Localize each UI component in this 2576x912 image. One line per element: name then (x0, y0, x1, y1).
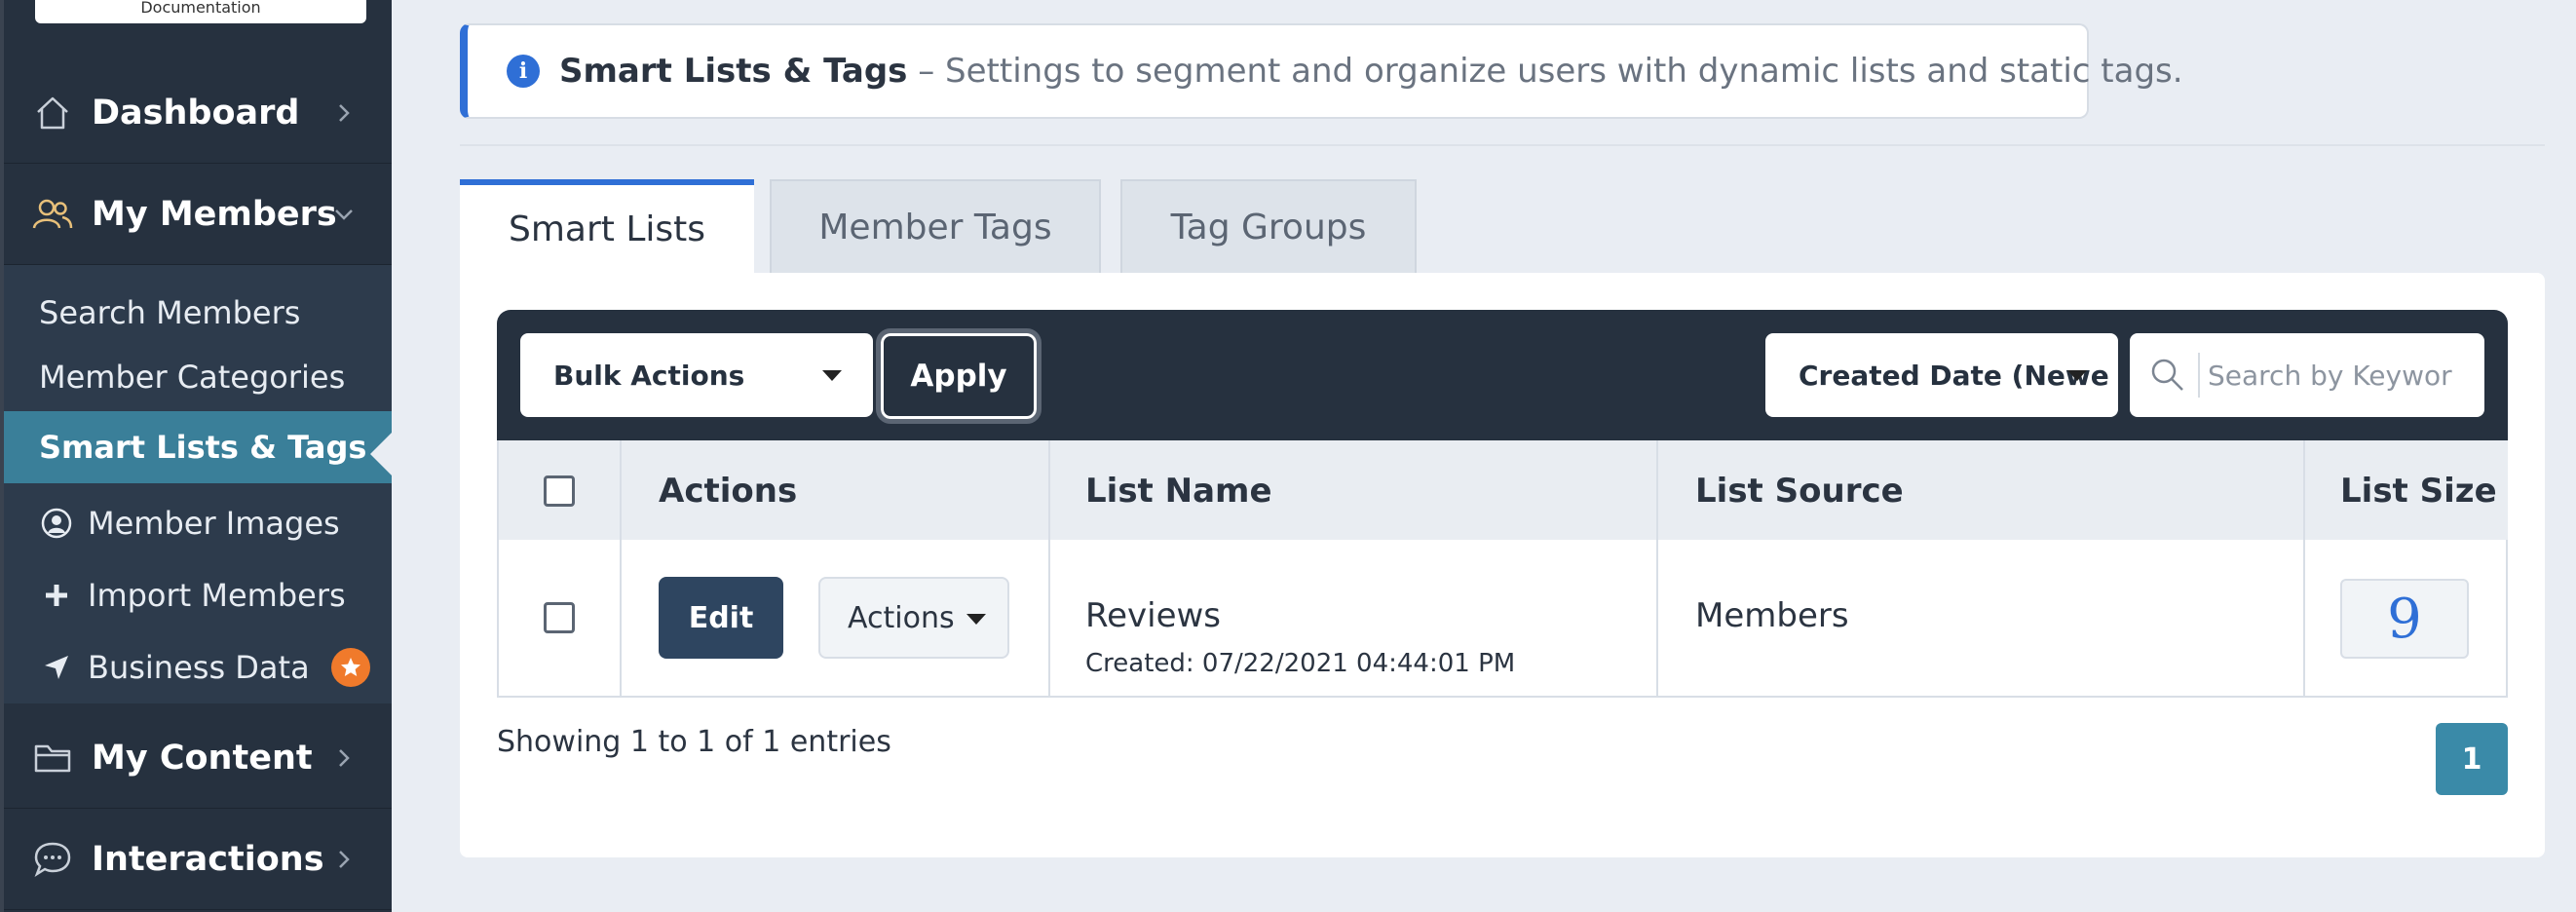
sidebar-item-label: Search Members (39, 294, 301, 331)
sort-select[interactable]: Created Date (Newe (1765, 333, 2118, 417)
edit-label: Edit (688, 600, 754, 635)
divider (460, 144, 2545, 146)
apply-button[interactable]: Apply (876, 328, 1042, 424)
caret-down-icon (822, 370, 842, 381)
list-size-badge[interactable]: 9 (2340, 579, 2469, 659)
tab-member-tags[interactable]: Member Tags (770, 179, 1101, 273)
select-all-checkbox[interactable] (544, 475, 575, 507)
header-list-source[interactable]: List Source (1695, 472, 1904, 511)
info-icon: i (507, 55, 540, 88)
sidebar-item-label: Member Categories (39, 359, 346, 396)
caret-down-icon (966, 614, 986, 625)
pagination-page-1[interactable]: 1 (2436, 723, 2508, 795)
tab-tag-groups[interactable]: Tag Groups (1120, 179, 1417, 273)
sidebar-item-member-images[interactable]: Member Images (4, 489, 392, 557)
sidebar-item-business-data[interactable]: Business Data (4, 633, 392, 702)
search-box (2130, 333, 2484, 417)
chat-bubble-icon (31, 838, 74, 881)
sidebar-item-label: My Members (92, 194, 337, 234)
table-header (497, 440, 2508, 540)
chevron-right-icon (329, 845, 359, 874)
apply-label: Apply (910, 359, 1007, 394)
users-icon (31, 193, 74, 236)
sort-label: Created Date (Newe (1799, 359, 2109, 392)
banner-description: – Settings to segment and organize users… (907, 52, 2183, 91)
header-list-name[interactable]: List Name (1085, 472, 1272, 511)
bulk-actions-label: Bulk Actions (553, 359, 745, 392)
banner-title: Smart Lists & Tags (559, 52, 908, 91)
tab-label: Member Tags (818, 207, 1052, 247)
sidebar-item-import-members[interactable]: Import Members (4, 561, 392, 629)
chevron-down-icon (329, 200, 359, 229)
location-arrow-icon (39, 650, 74, 685)
sidebar-item-label: Member Images (88, 505, 340, 542)
column-divider (1048, 440, 1050, 698)
search-icon (2149, 357, 2186, 394)
sidebar-item-dashboard[interactable]: Dashboard (4, 62, 392, 164)
sidebar-item-search-members[interactable]: Search Members (4, 279, 392, 347)
home-icon (31, 92, 74, 134)
list-size-value: 9 (2387, 587, 2422, 651)
entries-info: Showing 1 to 1 of 1 entries (497, 725, 891, 759)
edit-button[interactable]: Edit (659, 577, 783, 659)
sidebar: Documentation Dashboard My Members Searc… (0, 0, 392, 912)
list-source-cell: Members (1695, 596, 1849, 635)
row-actions-dropdown[interactable]: Actions (818, 577, 1009, 659)
tab-smart-lists[interactable]: Smart Lists (460, 179, 754, 273)
sidebar-item-label: Business Data (88, 649, 310, 686)
user-circle-icon (39, 506, 74, 541)
list-name-cell: Reviews (1085, 596, 1222, 635)
sidebar-item-my-members[interactable]: My Members (4, 164, 392, 265)
sidebar-item-label: Interactions (92, 839, 324, 879)
actions-label: Actions (848, 600, 955, 635)
sidebar-submenu: Search Members Member Categories Smart L… (4, 265, 392, 703)
documentation-button[interactable]: Documentation (35, 0, 366, 23)
sidebar-item-label: Dashboard (92, 93, 300, 133)
column-divider (2303, 440, 2305, 698)
active-indicator-arrow (370, 433, 392, 475)
folder-icon (31, 737, 74, 779)
sidebar-item-label: My Content (92, 738, 313, 778)
tab-label: Smart Lists (508, 209, 706, 249)
column-divider (620, 440, 622, 698)
header-actions: Actions (659, 472, 798, 511)
caret-down-icon (2067, 370, 2087, 381)
created-date-text: Created: 07/22/2021 04:44:01 PM (1085, 649, 1516, 678)
banner-text: Smart Lists & Tags – Settings to segment… (559, 52, 2183, 91)
row-checkbox[interactable] (544, 602, 575, 633)
page-number: 1 (2461, 741, 2482, 777)
info-banner: i Smart Lists & Tags – Settings to segme… (460, 23, 2183, 119)
plus-icon (39, 578, 74, 613)
sidebar-item-member-categories[interactable]: Member Categories (4, 343, 392, 411)
sidebar-item-smart-lists-tags[interactable]: Smart Lists & Tags (4, 411, 392, 483)
chevron-right-icon (329, 98, 359, 128)
header-list-size[interactable]: List Size (2340, 472, 2497, 511)
sidebar-item-label: Smart Lists & Tags (39, 429, 367, 466)
star-badge-icon (331, 648, 370, 687)
tab-label: Tag Groups (1170, 207, 1367, 247)
bulk-actions-select[interactable]: Bulk Actions (520, 333, 873, 417)
sidebar-item-my-content[interactable]: My Content (4, 707, 392, 809)
sidebar-item-interactions[interactable]: Interactions (4, 809, 392, 910)
column-divider (1656, 440, 1658, 698)
search-input[interactable] (2208, 351, 2477, 399)
chevron-right-icon (329, 743, 359, 773)
search-divider (2198, 353, 2200, 398)
sidebar-item-label: Import Members (88, 577, 346, 614)
